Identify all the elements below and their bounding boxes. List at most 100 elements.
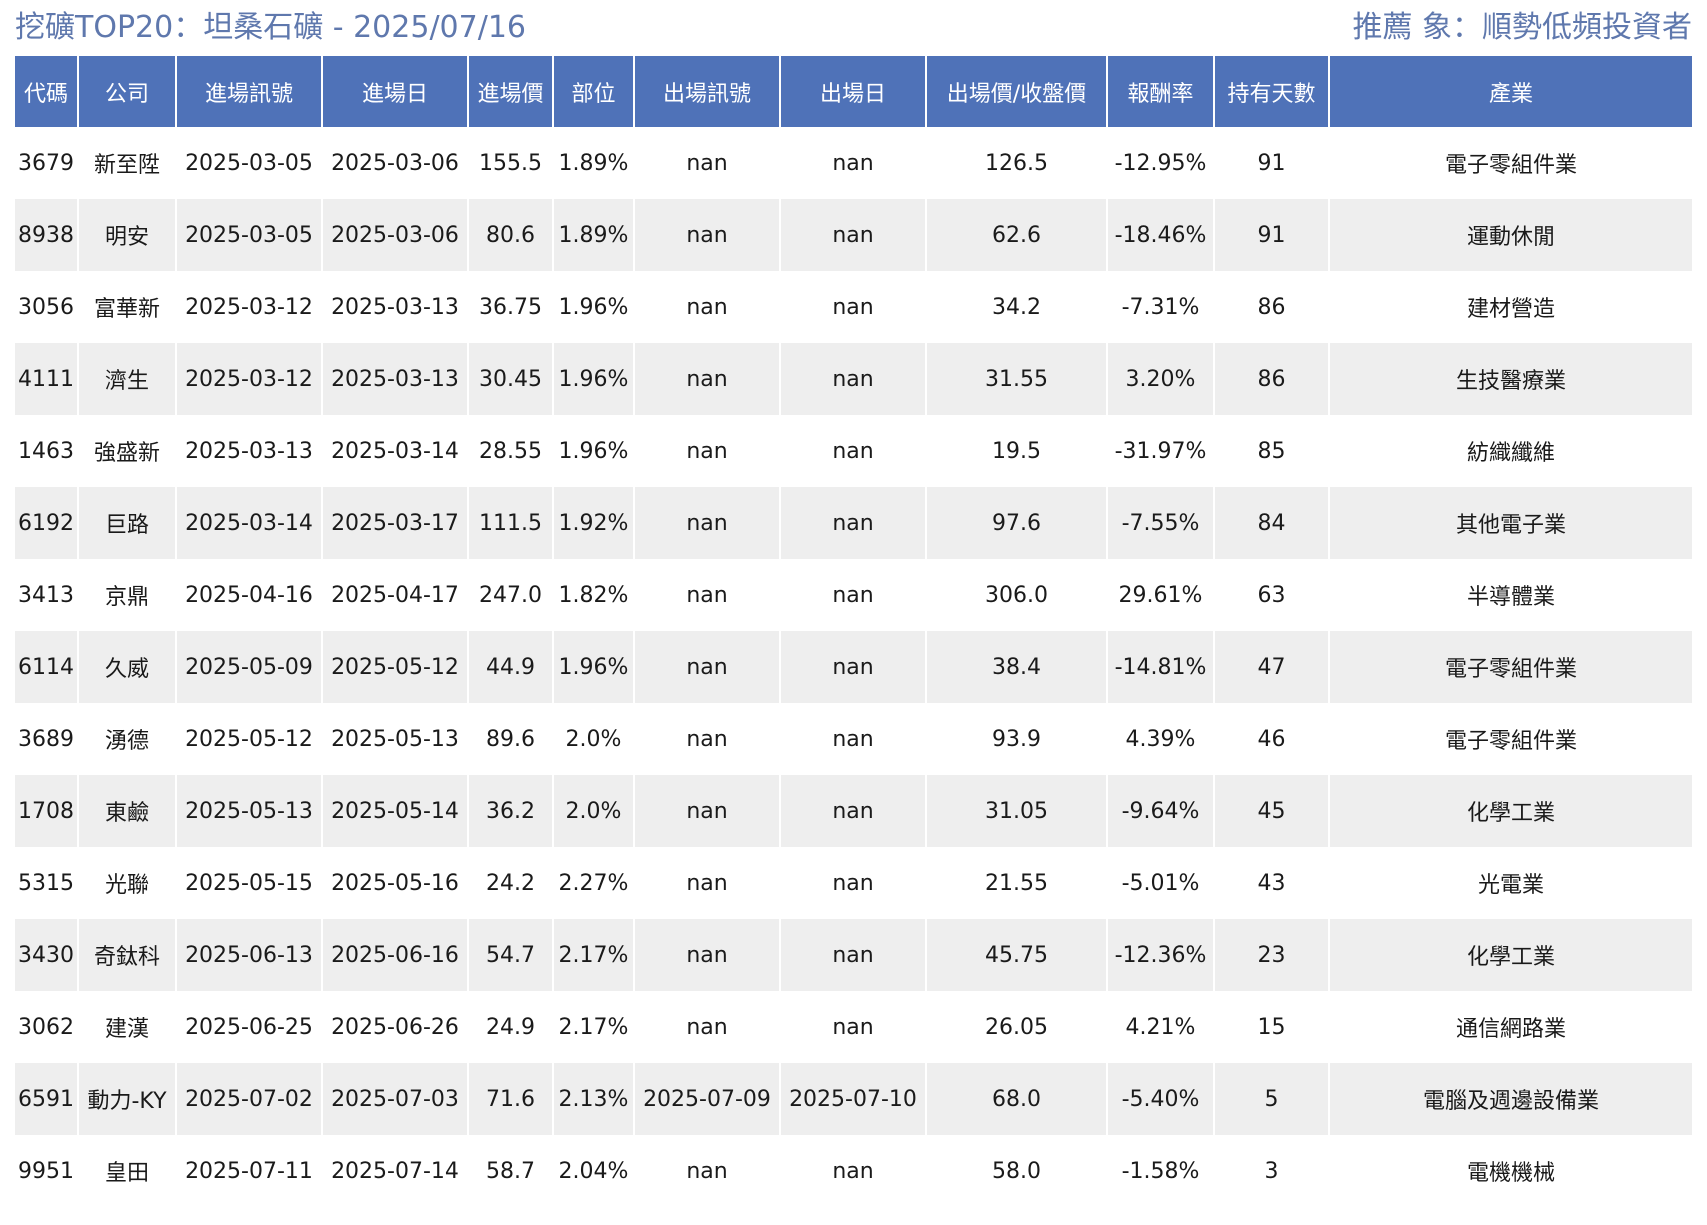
cell-industry: 光電業 [1328, 847, 1692, 919]
cell-exit-signal: nan [633, 487, 780, 559]
cell-exit-price: 38.4 [925, 631, 1107, 703]
cell-position: 1.96% [552, 631, 634, 703]
table-row: 3062 建漢 2025-06-25 2025-06-26 24.9 2.17% nan na… [15, 991, 1692, 1063]
cell-holding-days: 15 [1213, 991, 1329, 1063]
table-row: 3689 湧德 2025-05-12 2025-05-13 89.6 2.0% nan nan… [15, 703, 1692, 775]
cell-entry-price: 36.2 [467, 775, 553, 847]
cell-code: 6114 [15, 631, 78, 703]
cell-exit-date: nan [779, 127, 926, 199]
cell-exit-date: nan [779, 631, 926, 703]
cell-entry-price: 24.9 [467, 991, 553, 1063]
table-row: 3430 奇鈦科 2025-06-13 2025-06-16 54.7 2.17% nan n… [15, 919, 1692, 991]
cell-exit-date: nan [779, 1135, 926, 1207]
cell-exit-signal: nan [633, 919, 780, 991]
cell-entry-signal: 2025-03-13 [175, 415, 322, 487]
cell-industry: 通信網路業 [1328, 991, 1692, 1063]
cell-industry: 電腦及週邊設備業 [1328, 1063, 1692, 1135]
cell-industry: 紡織纖維 [1328, 415, 1692, 487]
table-row: 1463 強盛新 2025-03-13 2025-03-14 28.55 1.96% nan… [15, 415, 1692, 487]
cell-exit-price: 97.6 [925, 487, 1107, 559]
column-header-entry-date: 進場日 [321, 56, 468, 127]
cell-entry-price: 89.6 [467, 703, 553, 775]
cell-holding-days: 86 [1213, 271, 1329, 343]
cell-entry-signal: 2025-05-15 [175, 847, 322, 919]
cell-position: 1.96% [552, 415, 634, 487]
cell-exit-date: nan [779, 487, 926, 559]
cell-entry-signal: 2025-07-02 [175, 1063, 322, 1135]
cell-exit-date: nan [779, 343, 926, 415]
column-header-entry-signal: 進場訊號 [175, 56, 322, 127]
cell-holding-days: 91 [1213, 127, 1329, 199]
column-header-company: 公司 [77, 56, 176, 127]
cell-entry-price: 58.7 [467, 1135, 553, 1207]
cell-entry-date: 2025-05-13 [321, 703, 468, 775]
cell-position: 1.96% [552, 271, 634, 343]
column-header-code: 代碼 [15, 56, 78, 127]
cell-holding-days: 45 [1213, 775, 1329, 847]
cell-exit-signal: nan [633, 703, 780, 775]
cell-code: 9951 [15, 1135, 78, 1207]
cell-code: 8938 [15, 199, 78, 271]
cell-code: 6591 [15, 1063, 78, 1135]
column-header-return: 報酬率 [1106, 56, 1214, 127]
cell-entry-price: 54.7 [467, 919, 553, 991]
page-subtitle: 推薦 象：順勢低頻投資者 [1352, 10, 1692, 45]
cell-exit-date: nan [779, 703, 926, 775]
cell-holding-days: 47 [1213, 631, 1329, 703]
cell-return: -14.81% [1106, 631, 1214, 703]
cell-return: -5.40% [1106, 1063, 1214, 1135]
table-row: 9951 皇田 2025-07-11 2025-07-14 58.7 2.04% nan na… [15, 1135, 1692, 1207]
cell-exit-signal: nan [633, 631, 780, 703]
cell-exit-price: 62.6 [925, 199, 1107, 271]
cell-entry-signal: 2025-06-25 [175, 991, 322, 1063]
cell-exit-date: nan [779, 415, 926, 487]
cell-code: 3056 [15, 271, 78, 343]
cell-position: 1.89% [552, 199, 634, 271]
cell-industry: 電子零組件業 [1328, 631, 1692, 703]
table-row: 3056 富華新 2025-03-12 2025-03-13 36.75 1.96% nan… [15, 271, 1692, 343]
page-header: 挖礦TOP20：坦桑石礦 - 2025/07/16 推薦 象：順勢低頻投資者 [15, 6, 1692, 50]
cell-company: 動力-KY [77, 1063, 176, 1135]
table-row: 3413 京鼎 2025-04-16 2025-04-17 247.0 1.82% nan n… [15, 559, 1692, 631]
table-row: 6114 久威 2025-05-09 2025-05-12 44.9 1.96% nan na… [15, 631, 1692, 703]
cell-entry-date: 2025-05-16 [321, 847, 468, 919]
table-row: 3679 新至陞 2025-03-05 2025-03-06 155.5 1.89% nan… [15, 127, 1692, 199]
cell-exit-price: 126.5 [925, 127, 1107, 199]
cell-position: 1.96% [552, 343, 634, 415]
page-title: 挖礦TOP20：坦桑石礦 - 2025/07/16 [15, 10, 527, 45]
cell-company: 久威 [77, 631, 176, 703]
table-row: 4111 濟生 2025-03-12 2025-03-13 30.45 1.96% nan n… [15, 343, 1692, 415]
cell-position: 2.04% [552, 1135, 634, 1207]
cell-entry-signal: 2025-03-12 [175, 343, 322, 415]
cell-exit-price: 306.0 [925, 559, 1107, 631]
cell-exit-signal: nan [633, 199, 780, 271]
cell-entry-signal: 2025-06-13 [175, 919, 322, 991]
cell-company: 濟生 [77, 343, 176, 415]
cell-position: 1.92% [552, 487, 634, 559]
cell-code: 3062 [15, 991, 78, 1063]
cell-return: -31.97% [1106, 415, 1214, 487]
cell-code: 3413 [15, 559, 78, 631]
cell-industry: 化學工業 [1328, 919, 1692, 991]
cell-industry: 半導體業 [1328, 559, 1692, 631]
cell-company: 奇鈦科 [77, 919, 176, 991]
cell-code: 5315 [15, 847, 78, 919]
cell-position: 1.82% [552, 559, 634, 631]
cell-code: 3689 [15, 703, 78, 775]
cell-exit-price: 21.55 [925, 847, 1107, 919]
cell-entry-date: 2025-04-17 [321, 559, 468, 631]
cell-exit-signal: nan [633, 415, 780, 487]
cell-return: -18.46% [1106, 199, 1214, 271]
cell-company: 東鹼 [77, 775, 176, 847]
cell-exit-date: nan [779, 847, 926, 919]
cell-exit-date: nan [779, 775, 926, 847]
cell-holding-days: 3 [1213, 1135, 1329, 1207]
cell-company: 湧德 [77, 703, 176, 775]
cell-entry-signal: 2025-04-16 [175, 559, 322, 631]
cell-entry-price: 28.55 [467, 415, 553, 487]
column-header-entry-price: 進場價 [467, 56, 553, 127]
cell-entry-price: 80.6 [467, 199, 553, 271]
cell-exit-price: 45.75 [925, 919, 1107, 991]
cell-exit-date: nan [779, 919, 926, 991]
cell-exit-signal: nan [633, 343, 780, 415]
